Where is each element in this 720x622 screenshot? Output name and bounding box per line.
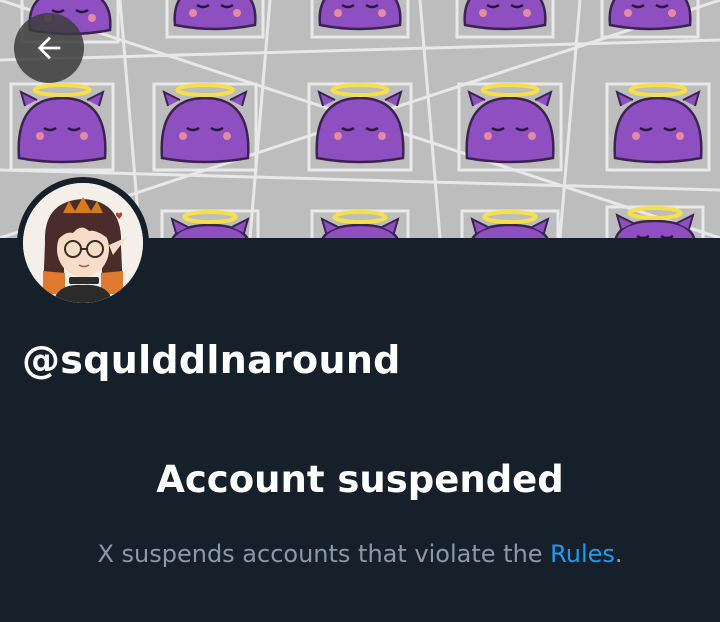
suspension-message-suffix: . <box>614 540 623 568</box>
rules-link[interactable]: Rules <box>550 540 615 568</box>
avatar[interactable]: ♥ <box>23 183 143 303</box>
blob-sticker <box>9 82 115 172</box>
svg-text:♥: ♥ <box>115 212 123 222</box>
back-button[interactable] <box>14 13 84 83</box>
suspension-message-prefix: X suspends accounts that violate the <box>97 540 551 568</box>
profile-handle: @squlddlnaround <box>22 338 401 382</box>
blob-sticker <box>460 209 560 238</box>
blob-sticker <box>152 82 258 172</box>
blob-sticker <box>605 205 705 238</box>
blob-sticker <box>605 82 711 172</box>
blob-sticker <box>600 0 700 39</box>
avatar-ring: ♥ <box>17 177 149 309</box>
blob-sticker <box>160 209 260 238</box>
blob-sticker <box>165 0 265 39</box>
suspension-title: Account suspended <box>156 458 564 501</box>
blob-sticker <box>457 82 563 172</box>
blob-sticker <box>455 0 555 39</box>
suspension-message: X suspends accounts that violate the Rul… <box>0 540 720 568</box>
arrow-left-icon <box>37 36 61 60</box>
blob-sticker <box>310 0 410 39</box>
blob-sticker <box>307 82 413 172</box>
blob-sticker <box>310 209 410 238</box>
avatar-image: ♥ <box>23 183 143 303</box>
